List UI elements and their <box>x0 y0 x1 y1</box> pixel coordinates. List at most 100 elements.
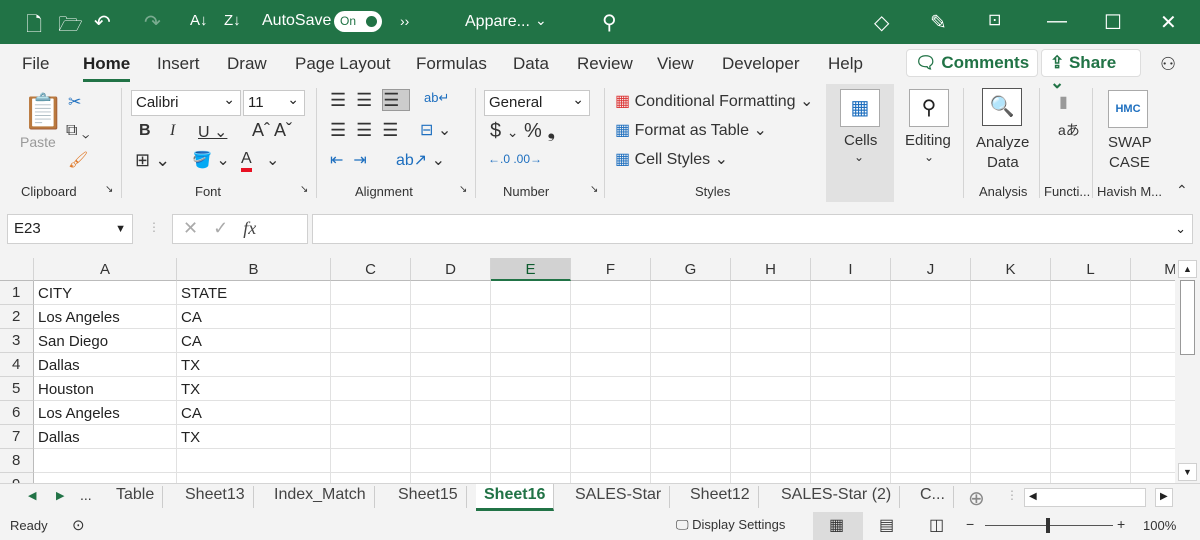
decimal-icons[interactable]: ←.0 .00→ <box>488 152 542 166</box>
scroll-thumb[interactable] <box>1180 280 1195 355</box>
tab-developer[interactable]: Developer <box>722 54 800 74</box>
cell-H9[interactable] <box>731 473 811 483</box>
cell-H8[interactable] <box>731 449 811 473</box>
cell-H5[interactable] <box>731 377 811 401</box>
cell-F5[interactable] <box>571 377 651 401</box>
cell-L3[interactable] <box>1051 329 1131 353</box>
scroll-right-button[interactable]: ▶ <box>1155 488 1173 507</box>
cell-C7[interactable] <box>331 425 411 449</box>
tab-file[interactable]: File <box>22 54 49 74</box>
column-header-D[interactable]: D <box>411 258 491 281</box>
increase-font-icon[interactable]: Aˆ Aˇ <box>252 120 292 141</box>
cell-J1[interactable] <box>891 281 971 305</box>
cell-G8[interactable] <box>651 449 731 473</box>
cell-I5[interactable] <box>811 377 891 401</box>
chevron-down-icon[interactable]: ⌄ <box>266 150 279 170</box>
fill-color-icon[interactable]: 🪣 ⌄ <box>192 150 230 170</box>
cell-M3[interactable] <box>1131 329 1175 353</box>
cell-C8[interactable] <box>331 449 411 473</box>
cell-G5[interactable] <box>651 377 731 401</box>
column-header-C[interactable]: C <box>331 258 411 281</box>
cell-E8[interactable] <box>491 449 571 473</box>
cell-L1[interactable] <box>1051 281 1131 305</box>
restore-ribbon-icon[interactable]: ⊡ <box>988 10 1001 30</box>
cell-H7[interactable] <box>731 425 811 449</box>
cell-B2[interactable]: CA <box>177 305 331 329</box>
bold-button[interactable]: B <box>139 122 151 140</box>
cell-K6[interactable] <box>971 401 1051 425</box>
cell-E7[interactable] <box>491 425 571 449</box>
cell-M6[interactable] <box>1131 401 1175 425</box>
swap-case-button[interactable]: HMC SWAP CASE <box>1100 84 1156 180</box>
cell-L7[interactable] <box>1051 425 1131 449</box>
column-header-G[interactable]: G <box>651 258 731 281</box>
more-icon[interactable]: ›› <box>400 13 409 29</box>
cell-M5[interactable] <box>1131 377 1175 401</box>
cell-F4[interactable] <box>571 353 651 377</box>
tab-insert[interactable]: Insert <box>157 54 200 74</box>
tab-view[interactable]: View <box>657 54 694 74</box>
worksheet-grid[interactable]: A B C D E F G H I J K L M 1 CITY STATE 2 Los Angeles CA 3 Sa… <box>0 258 1175 483</box>
cancel-icon[interactable]: ✕ <box>183 218 198 238</box>
editing-button[interactable]: ⚲ Editing ⌄ <box>900 84 958 202</box>
close-icon[interactable]: ✕ <box>1160 10 1177 35</box>
currency-icon[interactable]: $ ⌄ % ❟ <box>490 120 555 143</box>
cell-L5[interactable] <box>1051 377 1131 401</box>
borders-icon[interactable]: ⊞ ⌄ <box>135 150 170 171</box>
font-size-select[interactable]: 11 <box>243 90 305 116</box>
row-header[interactable]: 2 <box>0 305 34 329</box>
cell-B5[interactable]: TX <box>177 377 331 401</box>
cell-J8[interactable] <box>891 449 971 473</box>
column-header-J[interactable]: J <box>891 258 971 281</box>
normal-view-button[interactable]: ▦ <box>813 512 863 540</box>
zoom-in-button[interactable]: + <box>1117 516 1125 532</box>
tab-home[interactable]: Home <box>83 54 131 82</box>
sort-descending-icon[interactable]: Z↓ <box>224 12 241 29</box>
cell-A9[interactable] <box>34 473 177 483</box>
tab-formulas[interactable]: Formulas <box>416 54 487 74</box>
paste-icon[interactable]: 📋 <box>22 92 64 132</box>
cell-D6[interactable] <box>411 401 491 425</box>
cell-E4[interactable] <box>491 353 571 377</box>
sheet-tab[interactable]: Sheet13 <box>177 486 254 508</box>
cell-H1[interactable] <box>731 281 811 305</box>
coauthor-icon[interactable]: ⚇ <box>1160 54 1176 75</box>
column-header-M[interactable]: M <box>1131 258 1175 281</box>
comments-button[interactable]: 🗨 Comments <box>906 49 1039 77</box>
column-header-B[interactable]: B <box>177 258 331 281</box>
diamond-icon[interactable]: ◇ <box>874 10 889 35</box>
vertical-scrollbar[interactable]: ▲ ▼ <box>1175 258 1200 483</box>
new-file-icon[interactable]: 🗋 <box>26 10 42 44</box>
cell-E1[interactable] <box>491 281 571 305</box>
cell-I2[interactable] <box>811 305 891 329</box>
scroll-up-button[interactable]: ▲ <box>1178 260 1197 278</box>
cell-A5[interactable]: Houston <box>34 377 177 401</box>
more-sheets-icon[interactable]: ... <box>80 487 92 503</box>
cell-F9[interactable] <box>571 473 651 483</box>
font-color-icon[interactable]: A <box>241 150 252 172</box>
cell-H2[interactable] <box>731 305 811 329</box>
cell-E6[interactable] <box>491 401 571 425</box>
zoom-slider-thumb[interactable] <box>1046 518 1050 533</box>
page-break-view-icon[interactable]: ◫ <box>929 515 944 535</box>
dialog-launcher-icon[interactable]: ↘ <box>459 184 467 195</box>
cell-D3[interactable] <box>411 329 491 353</box>
cell-G9[interactable] <box>651 473 731 483</box>
cell-B4[interactable]: TX <box>177 353 331 377</box>
cells-button[interactable]: ▦ Cells ⌄ <box>826 84 894 202</box>
font-name-select[interactable]: Calibri <box>131 90 241 116</box>
tab-draw[interactable]: Draw <box>227 54 267 74</box>
cell-C3[interactable] <box>331 329 411 353</box>
sheet-tab[interactable]: Index_Match <box>266 486 375 508</box>
sheet-tab[interactable]: C... <box>912 486 954 508</box>
translate-icon[interactable]: aあ <box>1058 120 1080 140</box>
cell-E5[interactable] <box>491 377 571 401</box>
zoom-out-button[interactable]: − <box>966 516 974 532</box>
add-sheet-icon[interactable]: ⊕ <box>968 486 985 511</box>
cell-E9[interactable] <box>491 473 571 483</box>
cell-G6[interactable] <box>651 401 731 425</box>
orientation-icon[interactable]: ab↗ ⌄ <box>396 150 445 170</box>
cell-K9[interactable] <box>971 473 1051 483</box>
name-box[interactable]: E23 ▼ <box>7 214 133 244</box>
cell-A1[interactable]: CITY <box>34 281 177 305</box>
